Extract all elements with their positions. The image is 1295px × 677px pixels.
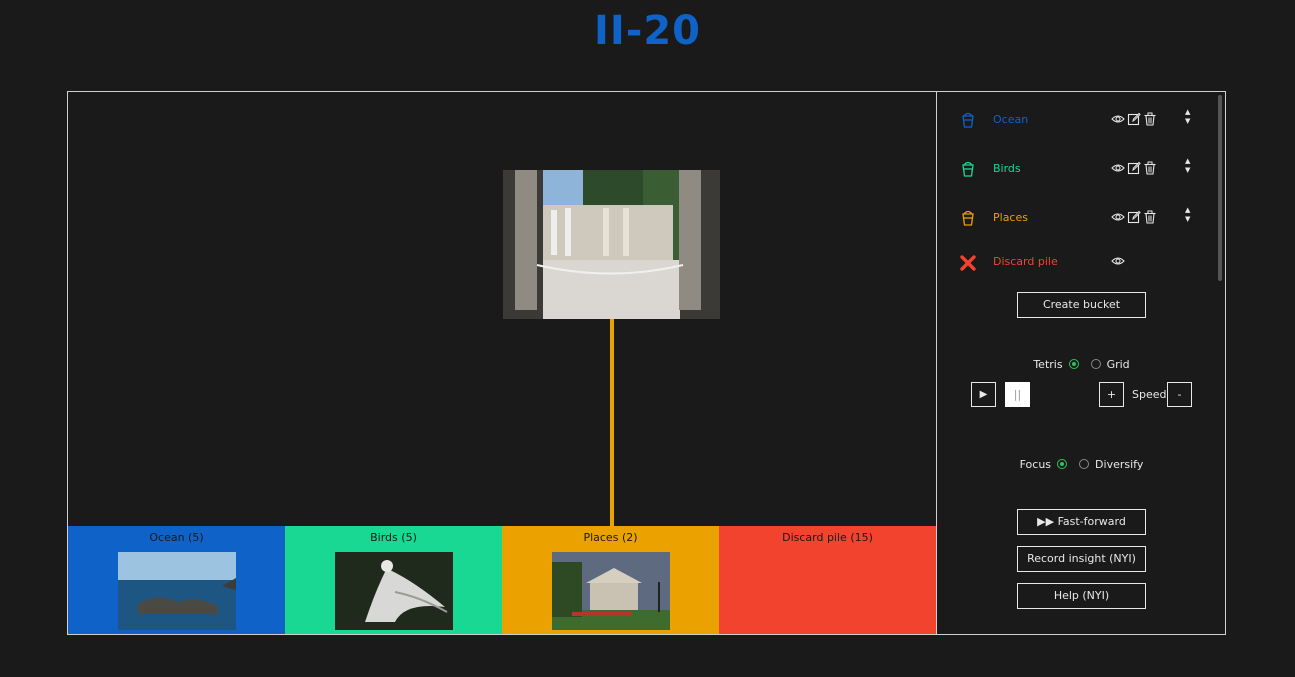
bucket-actions <box>1111 254 1125 268</box>
edit-icon[interactable] <box>1127 161 1141 175</box>
fast-forward-button[interactable]: ▶▶ Fast-forward <box>1017 509 1146 535</box>
drop-zone-birds[interactable]: Birds (5) <box>285 526 502 634</box>
eye-icon[interactable] <box>1111 210 1125 224</box>
eye-icon[interactable] <box>1111 254 1125 268</box>
bucket-row-birds: Birds ▲ ▼ <box>937 157 1226 180</box>
drop-zone-discard[interactable]: Discard pile (15) <box>719 526 936 634</box>
x-icon <box>959 254 977 275</box>
speed-decrease-button[interactable]: - <box>1167 382 1192 407</box>
image-stage: Ocean (5) Birds (5) Places (2) Discard p… <box>68 92 936 634</box>
bucket-row-places: Places ▲ ▼ <box>937 206 1226 229</box>
move-down-icon[interactable]: ▼ <box>1185 117 1190 125</box>
play-button[interactable]: ▶ <box>971 382 996 407</box>
eye-icon[interactable] <box>1111 112 1125 126</box>
move-up-icon[interactable]: ▲ <box>1185 206 1190 214</box>
help-button[interactable]: Help (NYI) <box>1017 583 1146 609</box>
speed-increase-button[interactable]: + <box>1099 382 1124 407</box>
bucket-name[interactable]: Places <box>993 211 1028 224</box>
bucket-row-ocean: Ocean ▲ ▼ <box>937 108 1226 131</box>
bucket-name[interactable]: Birds <box>993 162 1021 175</box>
speed-label: Speed <box>1132 388 1167 401</box>
bucket-actions <box>1111 161 1157 175</box>
drop-guide-line <box>610 319 614 527</box>
thumbnail-birds[interactable] <box>334 552 453 630</box>
create-bucket-button[interactable]: Create bucket <box>1017 292 1146 318</box>
app-frame: Ocean (5) Birds (5) Places (2) Discard p… <box>67 91 1226 635</box>
drop-zone-title: Ocean (5) <box>149 531 204 544</box>
drop-zone-places[interactable]: Places (2) <box>502 526 719 634</box>
app-logo: II-20 <box>593 8 702 54</box>
trash-icon[interactable] <box>1143 210 1157 224</box>
trash-icon[interactable] <box>1143 161 1157 175</box>
strategy-diversify-radio[interactable] <box>1079 459 1090 469</box>
drop-zone-ocean[interactable]: Ocean (5) <box>68 526 285 634</box>
drop-zone-title: Places (2) <box>583 531 638 544</box>
mode-grid-label: Grid <box>1106 358 1130 371</box>
move-down-icon[interactable]: ▼ <box>1185 215 1190 223</box>
current-image[interactable] <box>503 170 720 319</box>
bucket-actions <box>1111 112 1157 126</box>
edit-icon[interactable] <box>1127 112 1141 126</box>
strategy-diversify-label: Diversify <box>1095 458 1144 471</box>
record-insight-button[interactable]: Record insight (NYI) <box>1017 546 1146 572</box>
mode-tetris-label: Tetris <box>1033 358 1063 371</box>
strategy-focus-radio[interactable] <box>1057 459 1068 469</box>
display-mode-radio-group: Tetris Grid <box>937 358 1226 371</box>
pause-button[interactable]: || <box>1005 382 1030 407</box>
reorder-arrows[interactable]: ▲ ▼ <box>1185 157 1190 175</box>
bucket-actions <box>1111 210 1157 224</box>
bucket-name[interactable]: Discard pile <box>993 255 1058 268</box>
bucket-name[interactable]: Ocean <box>993 113 1028 126</box>
mode-grid-radio[interactable] <box>1090 359 1101 369</box>
bucket-icon <box>961 210 975 229</box>
sidebar: Ocean ▲ ▼ Birds ▲ ▼ Places ▲ ▼ Discard p… <box>936 92 1225 634</box>
bucket-icon <box>961 161 975 180</box>
bucket-row-discard: Discard pile <box>937 252 1226 272</box>
bucket-drop-zones: Ocean (5) Birds (5) Places (2) Discard p… <box>68 526 936 634</box>
edit-icon[interactable] <box>1127 210 1141 224</box>
move-up-icon[interactable]: ▲ <box>1185 157 1190 165</box>
strategy-radio-group: Focus Diversify <box>937 458 1226 471</box>
mode-tetris-radio[interactable] <box>1068 359 1079 369</box>
reorder-arrows[interactable]: ▲ ▼ <box>1185 108 1190 126</box>
move-down-icon[interactable]: ▼ <box>1185 166 1190 174</box>
reorder-arrows[interactable]: ▲ ▼ <box>1185 206 1190 224</box>
trash-icon[interactable] <box>1143 112 1157 126</box>
drop-zone-title: Discard pile (15) <box>782 531 873 544</box>
eye-icon[interactable] <box>1111 161 1125 175</box>
bucket-icon <box>961 112 975 131</box>
thumbnail-places[interactable] <box>551 552 670 630</box>
strategy-focus-label: Focus <box>1019 458 1052 471</box>
thumbnail-ocean[interactable] <box>117 552 236 630</box>
move-up-icon[interactable]: ▲ <box>1185 108 1190 116</box>
drop-zone-title: Birds (5) <box>370 531 417 544</box>
